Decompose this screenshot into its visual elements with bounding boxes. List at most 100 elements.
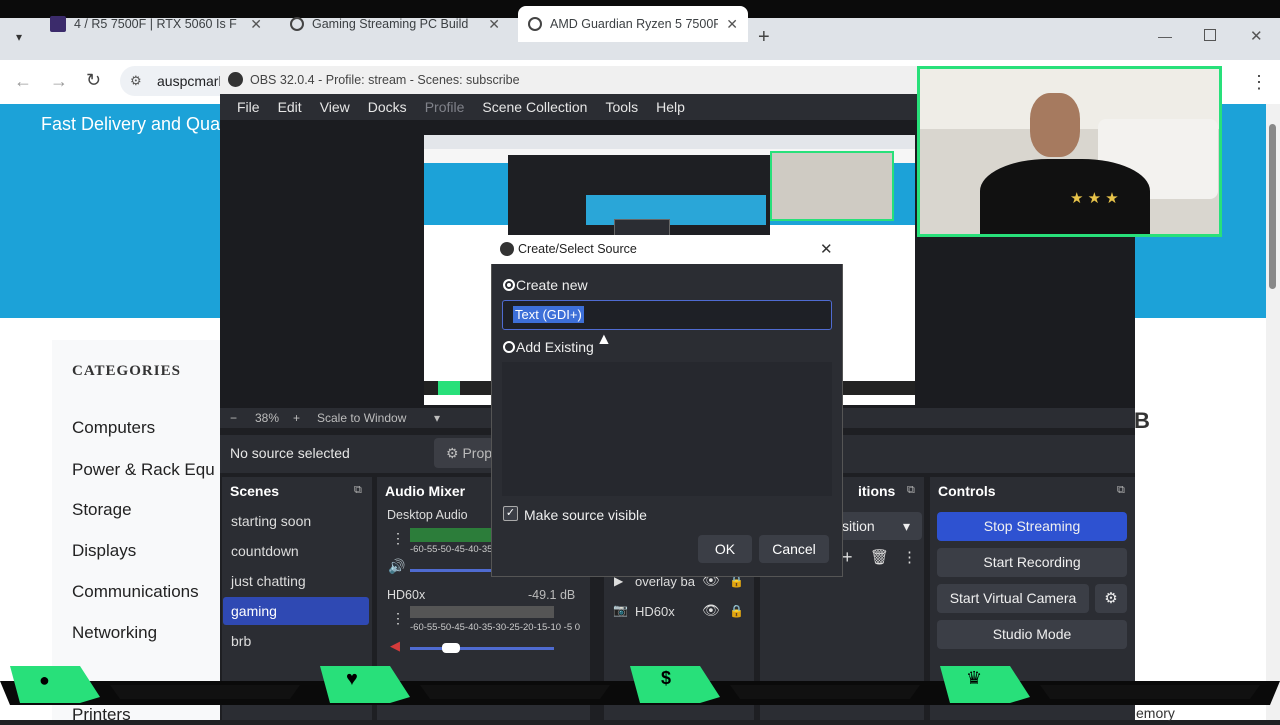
source-name-value: Text (GDI+): [513, 306, 584, 323]
undock-icon[interactable]: ⧉: [907, 484, 915, 497]
chatgpt-icon: [290, 17, 304, 31]
volume-slider[interactable]: [410, 569, 492, 572]
tab-title: 4 / R5 7500F | RTX 5060 Is F: [74, 17, 237, 31]
menu-help[interactable]: Help: [647, 99, 694, 115]
heart-icon: ♥: [346, 668, 358, 690]
scale-mode[interactable]: Scale to Window: [317, 408, 406, 428]
close-tab-icon[interactable]: ✕: [726, 16, 738, 33]
menu-view[interactable]: View: [311, 99, 359, 115]
menu-scene-collection[interactable]: Scene Collection: [473, 99, 596, 115]
make-visible-label: Make source visible: [524, 507, 647, 523]
ok-button[interactable]: OK: [698, 535, 752, 563]
new-tab-icon[interactable]: +: [758, 26, 778, 50]
close-tab-icon[interactable]: ✕: [488, 16, 500, 33]
category-link[interactable]: Communications: [72, 582, 199, 602]
tab-1[interactable]: 4 / R5 7500F | RTX 5060 Is F ✕: [40, 6, 272, 42]
menu-file[interactable]: File: [228, 99, 269, 115]
person-shirt: [980, 159, 1150, 234]
eye-icon[interactable]: 👁: [702, 602, 720, 619]
person-head: [1030, 93, 1080, 157]
start-virtual-camera-button[interactable]: Start Virtual Camera: [937, 584, 1089, 613]
scene-item-selected[interactable]: gaming: [223, 597, 369, 625]
tab-title: AMD Guardian Ryzen 5 7500F R: [550, 17, 719, 31]
star-icon: ★ ★ ★: [1070, 190, 1119, 207]
mixer-menu-icon[interactable]: ⋮: [391, 610, 405, 627]
category-link[interactable]: Storage: [72, 500, 132, 520]
menu-tools[interactable]: Tools: [596, 99, 647, 115]
browser-menu-icon[interactable]: ⋮: [1250, 72, 1268, 93]
tab-title: Gaming Streaming PC Build: [312, 17, 469, 31]
muted-speaker-icon[interactable]: ◀: [390, 638, 400, 654]
add-existing-label: Add Existing: [516, 339, 594, 355]
tab-search-chevron-icon[interactable]: ▾: [8, 30, 30, 48]
camera-icon: 📷: [613, 603, 628, 617]
webcam-overlay: ★ ★ ★: [917, 66, 1222, 237]
volume-slider-handle[interactable]: [442, 643, 460, 653]
tab-3-active[interactable]: AMD Guardian Ryzen 5 7500F R ✕: [518, 6, 748, 42]
person-icon: ●: [39, 670, 50, 690]
partial-heading: B: [1134, 408, 1150, 433]
scene-item[interactable]: countdown: [223, 537, 369, 565]
dialog-title: Create/Select Source: [491, 235, 843, 264]
volume-slider[interactable]: [410, 647, 554, 650]
close-dialog-icon[interactable]: ✕: [820, 240, 833, 258]
lock-icon[interactable]: 🔒: [729, 604, 744, 618]
close-window-icon[interactable]: ✕: [1250, 27, 1263, 45]
properties-label: Prop: [462, 445, 493, 461]
site-info-icon[interactable]: ⚙: [130, 73, 142, 89]
scale-dropdown-icon[interactable]: ▾: [434, 408, 440, 428]
studio-mode-button[interactable]: Studio Mode: [937, 620, 1127, 649]
obs-logo-icon: [228, 72, 243, 87]
menu-edit[interactable]: Edit: [269, 99, 311, 115]
make-visible-checkbox[interactable]: ✓: [503, 506, 518, 521]
tab-2[interactable]: Gaming Streaming PC Build ✕: [280, 6, 510, 42]
back-icon[interactable]: ←: [14, 71, 32, 92]
speaker-icon[interactable]: 🔊: [388, 558, 405, 575]
mixer-channel-name: Desktop Audio: [387, 508, 468, 522]
zoom-in-icon[interactable]: +: [293, 408, 300, 428]
scene-item[interactable]: brb: [223, 627, 369, 655]
existing-sources-list[interactable]: [502, 362, 832, 496]
close-tab-icon[interactable]: ✕: [250, 16, 262, 33]
menu-docks[interactable]: Docks: [359, 99, 416, 115]
transition-select[interactable]: sition ▾: [836, 512, 922, 540]
create-new-label: Create new: [516, 277, 588, 293]
source-item[interactable]: HD60x: [635, 604, 675, 619]
undock-icon[interactable]: ⧉: [354, 484, 362, 497]
scene-item[interactable]: starting soon: [223, 507, 369, 535]
start-recording-button[interactable]: Start Recording: [937, 548, 1127, 577]
hero-text: Fast Delivery and Qua: [41, 114, 221, 134]
category-link[interactable]: Networking: [72, 623, 157, 643]
properties-button[interactable]: ⚙ Prop: [434, 438, 494, 468]
trash-icon[interactable]: 🗑: [870, 548, 889, 566]
more-icon[interactable]: ⋮: [902, 548, 917, 566]
mixer-menu-icon[interactable]: ⋮: [391, 530, 405, 547]
cancel-button[interactable]: Cancel: [759, 535, 829, 563]
volume-meter: [410, 606, 554, 618]
virtual-camera-settings-icon[interactable]: ⚙: [1095, 584, 1127, 613]
create-new-radio[interactable]: [503, 279, 515, 291]
forward-icon[interactable]: →: [50, 71, 68, 92]
scene-item[interactable]: just chatting: [223, 567, 369, 595]
meter-ticks: -60-55-50-45-40-35-30-25-20-15-10 -5 0: [410, 622, 581, 633]
categories-title: CATEGORIES: [72, 363, 181, 379]
reload-icon[interactable]: ↻: [86, 70, 101, 91]
category-link[interactable]: Computers: [72, 418, 155, 438]
chatgpt-icon: [528, 17, 542, 31]
add-transition-icon[interactable]: +: [842, 547, 853, 568]
category-link[interactable]: Power & Rack Equ: [72, 460, 215, 480]
crown-icon: ♛: [966, 668, 983, 688]
zoom-out-icon[interactable]: −: [230, 408, 237, 428]
undock-icon[interactable]: ⧉: [1117, 484, 1125, 497]
menu-profile[interactable]: Profile: [416, 99, 474, 115]
source-name-input[interactable]: Text (GDI+): [502, 300, 832, 330]
restore-icon[interactable]: [1204, 29, 1216, 41]
add-existing-radio[interactable]: [503, 341, 515, 353]
dollar-icon: $: [661, 668, 672, 688]
zoom-level: 38%: [255, 411, 280, 425]
stop-streaming-button[interactable]: Stop Streaming: [937, 512, 1127, 541]
category-link[interactable]: Displays: [72, 541, 136, 561]
scrollbar-thumb[interactable]: [1269, 124, 1276, 289]
stream-overlay-bar: [0, 666, 1280, 705]
minimize-icon[interactable]: —: [1158, 28, 1172, 44]
